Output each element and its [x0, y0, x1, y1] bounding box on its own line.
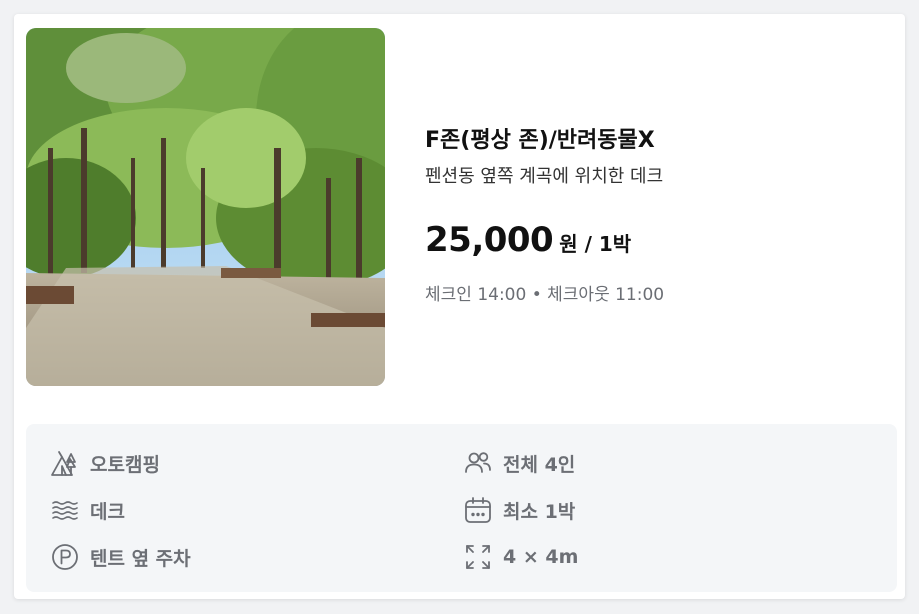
feature-site-size: 4 × 4m — [463, 542, 578, 572]
expand-icon — [463, 542, 493, 572]
calendar-icon — [463, 495, 493, 525]
price-unit: 원 / 1박 — [559, 232, 632, 256]
people-icon — [463, 448, 493, 478]
checkin-checkout-times: 체크인 14:00 • 체크아웃 11:00 — [425, 285, 665, 305]
feature-label: 오토캠핑 — [90, 453, 160, 476]
feature-label: 4 × 4m — [503, 546, 579, 568]
feature-min-stay: 최소 1박 — [463, 495, 575, 525]
feature-label: 텐트 옆 주차 — [90, 547, 191, 570]
parking-icon — [50, 542, 80, 572]
campsite-card[interactable]: F존(평상 존)/반려동물X 펜션동 옆쪽 계곡에 위치한 데크 25,000 … — [14, 14, 905, 599]
feature-floor-type: 데크 — [50, 495, 125, 525]
listing-title: F존(평상 존)/반려동물X — [425, 128, 655, 153]
price-value: 25,000 — [425, 220, 554, 260]
feature-site-type: 오토캠핑 — [50, 448, 160, 478]
features-panel: 오토캠핑 데크 텐트 옆 주차 전체 4인 최소 1박 4 × 4m — [26, 424, 897, 592]
tent-icon — [50, 448, 80, 478]
feature-label: 최소 1박 — [503, 500, 576, 523]
price-row: 25,000 원 / 1박 — [425, 220, 631, 260]
feature-parking: 텐트 옆 주차 — [50, 542, 191, 572]
campsite-photo[interactable] — [26, 28, 385, 386]
feature-capacity: 전체 4인 — [463, 448, 575, 478]
listing-subtitle: 펜션동 옆쪽 계곡에 위치한 데크 — [425, 166, 664, 187]
feature-label: 데크 — [90, 500, 125, 523]
waves-icon — [50, 495, 80, 525]
forest-image — [26, 28, 385, 386]
feature-label: 전체 4인 — [503, 453, 576, 476]
